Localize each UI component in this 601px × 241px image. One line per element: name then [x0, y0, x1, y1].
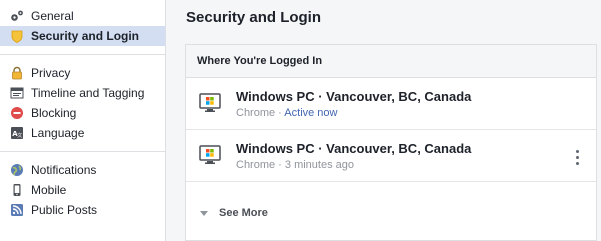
sidebar-group-notifications: Notifications Mobile Public Posts [0, 152, 165, 224]
globe-icon [10, 163, 24, 177]
sidebar-item-label: Timeline and Tagging [31, 86, 145, 100]
more-options-icon[interactable] [576, 150, 580, 166]
sidebar-item-label: Language [31, 126, 85, 140]
svg-text:文: 文 [17, 132, 22, 139]
rss-icon [10, 203, 24, 217]
language-icon: A 文 [10, 126, 24, 140]
lock-icon [10, 66, 24, 80]
logged-in-sessions-panel: Where You're Logged In Windows PC · Vanc… [185, 44, 597, 241]
sidebar-item-security-and-login[interactable]: Security and Login [0, 26, 165, 46]
session-status: 3 minutes ago [284, 159, 355, 171]
main-content: Security and Login Where You're Logged I… [166, 0, 601, 241]
sidebar-item-label: Blocking [31, 106, 77, 120]
panel-header: Where You're Logged In [186, 45, 596, 78]
session-row[interactable]: Windows PC · Vancouver, BC, Canada Chrom… [186, 130, 596, 182]
sidebar-item-label: Notifications [31, 163, 97, 177]
sidebar-item-language[interactable]: A 文 Language [0, 123, 165, 143]
session-status: Active now [284, 107, 338, 119]
sidebar-item-mobile[interactable]: Mobile [0, 180, 165, 200]
sidebar-item-label: Security and Login [31, 29, 140, 43]
sidebar-item-label: Privacy [31, 66, 71, 80]
see-more-button[interactable]: See More [200, 207, 268, 219]
session-device-location: Windows PC · Vancouver, BC, Canada [236, 89, 472, 104]
session-device-location: Windows PC · Vancouver, BC, Canada [236, 141, 472, 156]
session-row[interactable]: Windows PC · Vancouver, BC, Canada Chrom… [186, 78, 596, 130]
sidebar-item-label: General [31, 9, 74, 23]
session-details: Chrome · Active now [236, 107, 338, 119]
timeline-icon [10, 86, 24, 100]
windows-pc-icon [199, 93, 221, 113]
session-separator: · [275, 107, 285, 119]
sidebar-group-account: General Security and Login [0, 0, 165, 55]
sidebar-item-timeline-and-tagging[interactable]: Timeline and Tagging [0, 83, 165, 103]
windows-pc-icon [199, 145, 221, 165]
sidebar-item-label: Mobile [31, 183, 67, 197]
session-browser: Chrome [236, 107, 276, 119]
sidebar-group-privacy: Privacy Timeline and Tagging Blocking A … [0, 55, 165, 152]
session-details: Chrome · 3 minutes ago [236, 159, 354, 171]
session-browser: Chrome [236, 159, 276, 171]
settings-sidebar: General Security and Login Privacy Timel… [0, 0, 166, 241]
see-more-label: See More [219, 207, 268, 219]
session-separator: · [275, 159, 285, 171]
mobile-phone-icon [10, 183, 24, 197]
sidebar-item-general[interactable]: General [0, 6, 165, 26]
shield-badge-icon [10, 29, 24, 43]
sidebar-item-label: Public Posts [31, 203, 98, 217]
gear-icon [10, 9, 24, 23]
blocked-icon [10, 106, 24, 120]
page-title: Security and Login [186, 9, 322, 26]
caret-down-icon [200, 210, 208, 216]
sidebar-item-blocking[interactable]: Blocking [0, 103, 165, 123]
sidebar-item-public-posts[interactable]: Public Posts [0, 200, 165, 220]
sidebar-item-privacy[interactable]: Privacy [0, 63, 165, 83]
sidebar-item-notifications[interactable]: Notifications [0, 160, 165, 180]
